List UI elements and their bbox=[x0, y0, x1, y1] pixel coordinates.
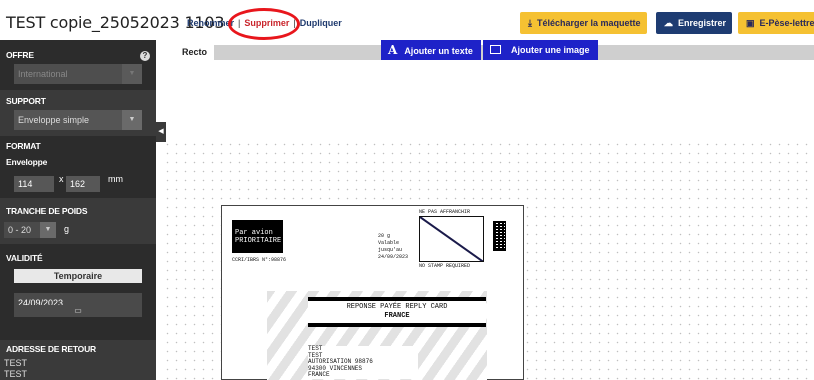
ccri-number: CCRI/IBRS N°:98876 bbox=[232, 257, 287, 263]
reply-bar-top bbox=[308, 297, 486, 301]
scale-button[interactable]: ▣ E-Pèse-lettre bbox=[738, 12, 814, 34]
support-heading: SUPPORT bbox=[6, 96, 46, 106]
download-icon: ⤓ bbox=[528, 18, 532, 28]
chevron-down-icon: ▼ bbox=[122, 110, 142, 130]
chevron-down-icon: ▼ bbox=[122, 64, 142, 84]
text-icon: A bbox=[388, 43, 398, 57]
highlight-circle bbox=[228, 8, 300, 40]
format-heading: FORMAT bbox=[6, 141, 41, 151]
weight-validity-text: 20 g Valable jusqu'au 24/09/2023 bbox=[378, 233, 409, 260]
weight-select[interactable]: 0 - 20 ▼ bbox=[4, 222, 56, 238]
recipient-address: TEST TEST AUTORISATION 98876 94300 VINCE… bbox=[308, 345, 418, 379]
offre-section: OFFRE ? International ▼ bbox=[0, 40, 156, 90]
stamp-cross-icon bbox=[420, 217, 483, 261]
offre-select: International ▼ bbox=[14, 64, 142, 84]
address-line: FRANCE bbox=[308, 371, 330, 378]
header: TEST copie_25052023 1103 Renommer | Suppri… bbox=[0, 0, 814, 40]
no-stamp-label: NO STAMP REQUIRED bbox=[419, 263, 471, 269]
image-icon bbox=[490, 45, 501, 55]
validity-section: VALIDITÉ 24/09/2023 bbox=[0, 244, 156, 340]
weight-unit: g bbox=[64, 224, 70, 234]
reply-title: REPONSE PAYÉE REPLY CARD bbox=[346, 303, 448, 311]
return-address-heading: ADRESSE DE RETOUR bbox=[6, 344, 96, 354]
support-select[interactable]: Enveloppe simple ▼ bbox=[14, 110, 142, 130]
reply-bar-bottom bbox=[308, 323, 486, 327]
return-address-line: TEST bbox=[4, 358, 28, 368]
stamp-box bbox=[419, 216, 484, 262]
collapse-sidebar-icon[interactable]: ◀ bbox=[156, 122, 166, 142]
format-section: FORMAT Enveloppe 114 x 162 mm bbox=[0, 136, 156, 198]
scale-icon: ▣ bbox=[746, 18, 755, 28]
return-address-line: TEST bbox=[4, 369, 28, 379]
rename-link[interactable]: Renommer bbox=[187, 18, 234, 28]
priority-stamp: Par avion PRIORITAIRE bbox=[232, 220, 283, 253]
add-image-button[interactable]: Ajouter une image bbox=[483, 40, 598, 60]
calendar-icon[interactable]: ▭ bbox=[14, 305, 142, 317]
offre-heading: OFFRE bbox=[6, 50, 34, 60]
duplicate-link[interactable]: Dupliquer bbox=[300, 18, 342, 28]
weight-heading: TRANCHE DE POIDS bbox=[6, 206, 88, 216]
chevron-down-icon: ▼ bbox=[40, 222, 56, 238]
download-mockup-button[interactable]: ⤓ Télécharger la maquette bbox=[520, 12, 647, 34]
tab-recto[interactable]: Recto bbox=[176, 45, 214, 60]
validity-heading: VALIDITÉ bbox=[6, 253, 43, 263]
envelope-preview[interactable]: Par avion PRIORITAIRE CCRI/IBRS N°:98876… bbox=[221, 205, 524, 380]
times-label: x bbox=[59, 174, 64, 184]
width-input[interactable]: 114 bbox=[14, 176, 54, 192]
reply-country: FRANCE bbox=[384, 312, 410, 320]
app-root: • TEST copie_25052023 1103 Renommer|Supp… bbox=[0, 0, 814, 380]
height-input[interactable]: 162 bbox=[66, 176, 100, 192]
add-text-button[interactable]: A Ajouter un texte bbox=[381, 40, 481, 60]
help-icon[interactable]: ? bbox=[140, 51, 150, 61]
sidebar: OFFRE ? International ▼ SUPPORT Envelopp… bbox=[0, 40, 156, 380]
unit-label: mm bbox=[108, 174, 123, 184]
save-button[interactable]: ☁ Enregistrer bbox=[656, 12, 733, 34]
format-subheading: Enveloppe bbox=[6, 157, 48, 167]
do-not-stamp-label: NE PAS AFFRANCHIR bbox=[419, 209, 471, 215]
temporary-button[interactable]: Temporaire bbox=[14, 269, 142, 283]
datamatrix-code bbox=[493, 221, 506, 251]
cloud-upload-icon: ☁ bbox=[664, 18, 673, 28]
